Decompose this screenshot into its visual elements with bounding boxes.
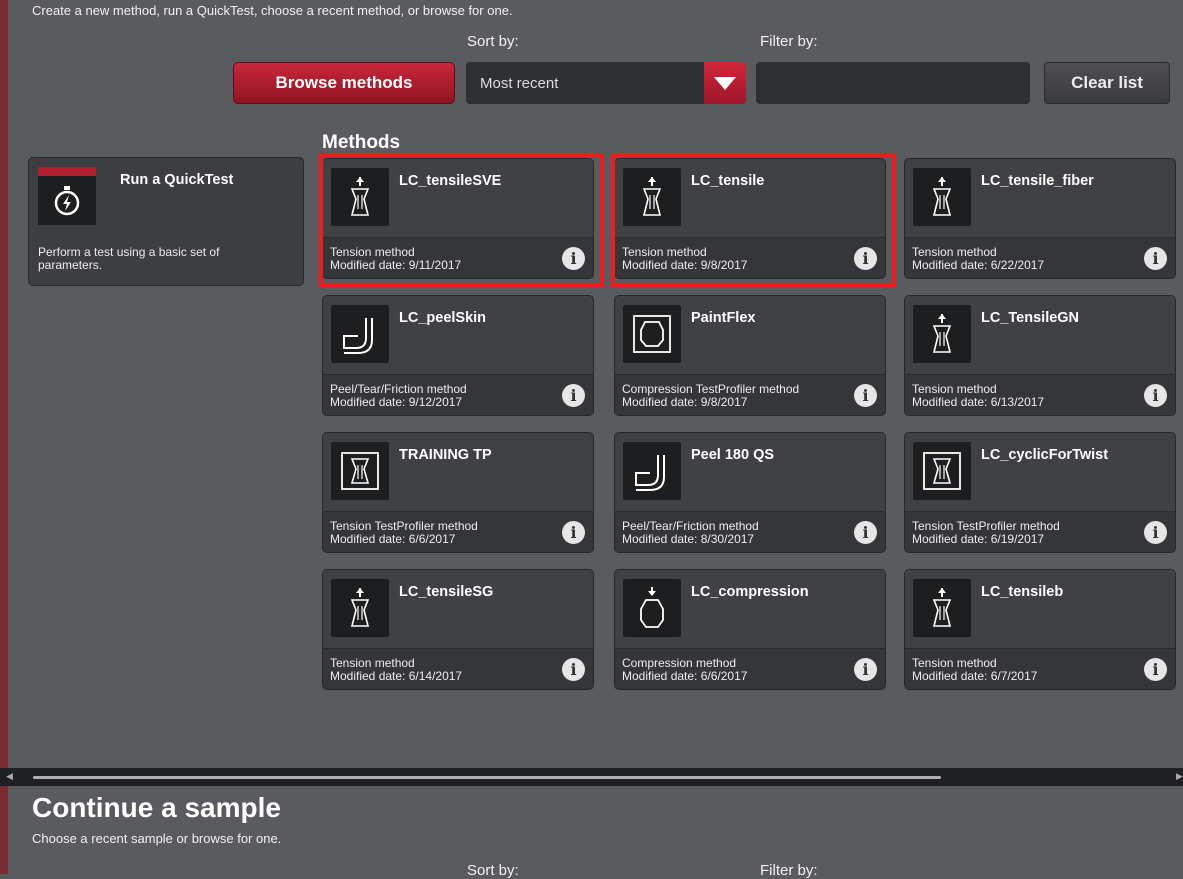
info-icon[interactable]: i xyxy=(854,658,877,681)
clear-list-button[interactable]: Clear list xyxy=(1044,62,1170,104)
methods-title: Methods xyxy=(322,132,401,153)
stopwatch-icon xyxy=(38,167,96,225)
method-modified-date: Modified date: 6/7/2017 xyxy=(912,669,1038,683)
method-card[interactable]: LC_compression Compression method Modified… xyxy=(614,569,886,690)
dropdown-arrow-icon[interactable] xyxy=(704,62,746,104)
tension-profiler-icon xyxy=(331,442,389,500)
method-modified-date: Modified date: 8/30/2017 xyxy=(622,532,755,546)
method-card[interactable]: Peel 180 QS Peel/Tear/Friction method Modi… xyxy=(614,432,886,553)
method-card[interactable]: LC_cyclicForTwist Tension TestProfiler me… xyxy=(904,432,1176,553)
filter-label: Filter by: xyxy=(760,33,818,50)
sort-label: Sort by: xyxy=(467,33,519,50)
method-card[interactable]: PaintFlex Compression TestProfiler method… xyxy=(614,295,886,416)
peel-icon xyxy=(331,305,389,363)
method-modified-date: Modified date: 6/13/2017 xyxy=(912,395,1045,409)
tension-icon xyxy=(913,168,971,226)
method-name: LC_cyclicForTwist xyxy=(981,447,1109,463)
method-name: LC_TensileGN xyxy=(981,310,1080,326)
tension-icon xyxy=(913,579,971,637)
info-icon[interactable]: i xyxy=(1144,658,1167,681)
selection-highlight xyxy=(319,153,604,287)
method-name: LC_tensile_fiber xyxy=(981,173,1094,189)
sort-value: Most recent xyxy=(480,74,559,92)
method-card[interactable]: LC_peelSkin Peel/Tear/Friction method Modi… xyxy=(322,295,594,416)
method-card[interactable]: LC_tensileb Tension method Modified date: … xyxy=(904,569,1176,690)
method-modified-date: Modified date: 6/19/2017 xyxy=(912,532,1045,546)
info-icon[interactable]: i xyxy=(562,658,585,681)
method-card[interactable]: LC_tensile_fiber Tension method Modified d… xyxy=(904,158,1176,279)
sample-sort-label: Sort by: xyxy=(467,862,519,879)
method-card[interactable]: LC_TensileGN Tension method Modified date:… xyxy=(904,295,1176,416)
continue-sample-subtitle: Choose a recent sample or browse for one… xyxy=(32,831,282,846)
info-icon[interactable]: i xyxy=(1144,384,1167,407)
method-card[interactable]: LC_tensileSG Tension method Modified date:… xyxy=(322,569,594,690)
scrollbar-thumb[interactable] xyxy=(33,776,941,779)
compression-profiler-icon xyxy=(623,305,681,363)
method-name: Peel 180 QS xyxy=(691,447,775,463)
info-icon[interactable]: i xyxy=(562,521,585,544)
method-modified-date: Modified date: 9/8/2017 xyxy=(622,395,748,409)
method-modified-date: Modified date: 6/22/2017 xyxy=(912,258,1045,272)
run-quicktest-card[interactable]: Run a QuickTest Perform a test using a b… xyxy=(28,157,304,286)
method-name: TRAINING TP xyxy=(399,447,492,463)
info-icon[interactable]: i xyxy=(562,384,585,407)
method-modified-date: Modified date: 6/6/2017 xyxy=(330,532,456,546)
method-modified-date: Modified date: 6/6/2017 xyxy=(622,669,748,683)
compression-icon xyxy=(623,579,681,637)
quicktest-description: Perform a test using a basic set of para… xyxy=(38,245,220,272)
peel-icon xyxy=(623,442,681,500)
method-name: LC_tensileb xyxy=(981,584,1064,600)
left-accent-bar xyxy=(0,0,8,874)
scroll-left-arrow-icon[interactable]: ◀ xyxy=(6,771,13,782)
method-name: LC_tensileSG xyxy=(399,584,494,600)
intro-text: Create a new method, run a QuickTest, ch… xyxy=(32,3,513,18)
tension-icon xyxy=(331,579,389,637)
sort-select[interactable]: Most recent xyxy=(466,62,746,104)
filter-input[interactable] xyxy=(756,62,1030,104)
tension-icon xyxy=(913,305,971,363)
info-icon[interactable]: i xyxy=(1144,521,1167,544)
info-icon[interactable]: i xyxy=(854,384,877,407)
info-icon[interactable]: i xyxy=(854,521,877,544)
quicktest-title: Run a QuickTest xyxy=(120,172,234,188)
tension-profiler-icon xyxy=(913,442,971,500)
browse-methods-button[interactable]: Browse methods xyxy=(233,62,455,104)
selection-highlight xyxy=(611,153,896,287)
continue-sample-title: Continue a sample xyxy=(32,792,281,823)
method-card[interactable]: TRAINING TP Tension TestProfiler method Mo… xyxy=(322,432,594,553)
sample-filter-label: Filter by: xyxy=(760,862,818,879)
method-name: PaintFlex xyxy=(691,310,756,326)
method-name: LC_compression xyxy=(691,584,809,600)
scroll-right-arrow-icon[interactable]: ▶ xyxy=(1176,771,1183,782)
info-icon[interactable]: i xyxy=(1144,247,1167,270)
method-modified-date: Modified date: 9/12/2017 xyxy=(330,395,463,409)
method-modified-date: Modified date: 6/14/2017 xyxy=(330,669,463,683)
method-name: LC_peelSkin xyxy=(399,310,487,326)
